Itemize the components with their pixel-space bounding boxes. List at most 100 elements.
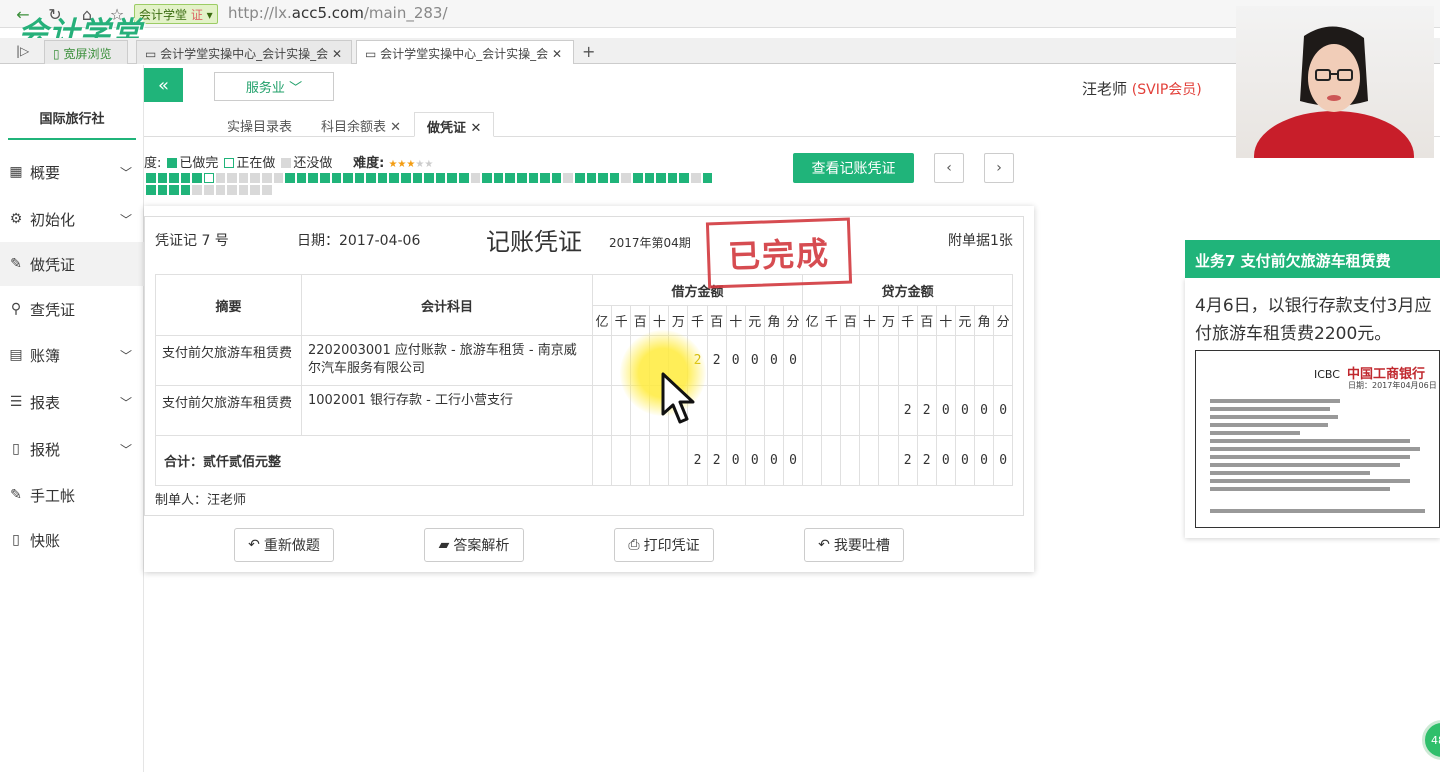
progress-cell[interactable] <box>250 173 260 183</box>
progress-cell[interactable] <box>424 173 434 183</box>
progress-cell[interactable] <box>447 173 458 183</box>
progress-cell[interactable] <box>296 173 307 183</box>
amount-digit[interactable]: 0 <box>763 335 784 386</box>
amount-digit[interactable]: 2 <box>916 435 937 486</box>
sidebar-item-overview[interactable]: ▦ 概要 ﹀ <box>0 150 144 194</box>
amount-digit[interactable] <box>878 385 899 436</box>
progress-cell[interactable] <box>180 173 191 183</box>
progress-cell[interactable] <box>250 185 260 195</box>
progress-cell[interactable] <box>227 173 237 183</box>
amount-digit[interactable] <box>973 335 995 386</box>
amount-digit[interactable]: 0 <box>782 335 804 386</box>
prev-button[interactable]: ‹ <box>934 153 964 183</box>
progress-cell[interactable] <box>563 173 573 183</box>
amount-digit[interactable]: 2 <box>897 435 918 486</box>
amount-digit[interactable]: 0 <box>725 435 746 486</box>
progress-cell[interactable] <box>261 185 272 195</box>
sidebar-toggle-icon[interactable]: |▷ <box>16 44 29 58</box>
amount-digit[interactable] <box>802 335 823 386</box>
sidebar-item-make-voucher[interactable]: ✎ 做凭证 <box>0 242 144 286</box>
sidebar-item-reports[interactable]: ☰ 报表 ﹀ <box>0 380 144 424</box>
amount-digit[interactable] <box>840 335 861 386</box>
amount-digit[interactable] <box>897 335 918 386</box>
amount-digit[interactable]: 0 <box>973 385 995 436</box>
collapse-sidebar-button[interactable]: « <box>144 68 183 102</box>
progress-cell[interactable] <box>146 185 156 195</box>
amount-digit[interactable] <box>993 335 1014 386</box>
amount-digit[interactable] <box>725 385 746 436</box>
amount-digit[interactable] <box>706 385 727 436</box>
sidebar-item-quick[interactable]: ▯ 快账 <box>0 518 144 562</box>
amount-digit[interactable]: 0 <box>993 435 1014 486</box>
progress-cell[interactable] <box>586 173 597 183</box>
close-icon[interactable]: ✕ <box>471 121 482 136</box>
amount-digit[interactable]: 0 <box>954 435 975 486</box>
new-tab-icon[interactable]: + <box>582 42 595 61</box>
close-icon[interactable]: ✕ <box>552 47 562 61</box>
amount-digit[interactable] <box>821 335 842 386</box>
progress-cell[interactable] <box>667 173 678 183</box>
summary-cell[interactable]: 支付前欠旅游车租赁费 <box>155 335 302 386</box>
progress-cell[interactable] <box>215 185 226 195</box>
progress-cell[interactable] <box>435 173 446 183</box>
sidebar-item-manual[interactable]: ✎ 手工帐 <box>0 473 144 517</box>
amount-digit[interactable] <box>611 435 632 486</box>
progress-cell[interactable] <box>343 173 353 183</box>
progress-cell[interactable] <box>389 173 400 183</box>
amount-digit[interactable] <box>821 435 842 486</box>
account-cell[interactable]: 1002001 银行存款 - 工行小营支行 <box>301 385 593 436</box>
progress-cell[interactable] <box>215 173 226 183</box>
progress-cell[interactable] <box>146 173 156 183</box>
amount-digit[interactable]: 2 <box>687 435 708 486</box>
progress-cell[interactable] <box>192 185 202 195</box>
amount-digit[interactable] <box>668 435 689 486</box>
address-bar[interactable]: http://lx.acc5.com/main_283/ <box>228 4 448 22</box>
amount-digit[interactable]: 2 <box>897 385 918 436</box>
progress-cell[interactable] <box>679 173 689 183</box>
progress-cell[interactable] <box>412 173 423 183</box>
progress-cell[interactable] <box>377 173 388 183</box>
progress-cell[interactable] <box>540 173 550 183</box>
progress-cell[interactable] <box>598 173 608 183</box>
amount-digit[interactable]: 0 <box>744 335 765 386</box>
progress-cell[interactable] <box>273 173 284 183</box>
progress-cell[interactable] <box>354 173 365 183</box>
amount-digit[interactable] <box>630 435 651 486</box>
amount-digit[interactable] <box>840 435 861 486</box>
sidebar-item-tax[interactable]: ▯ 报税 ﹀ <box>0 427 144 471</box>
amount-digit[interactable] <box>744 385 765 436</box>
progress-cell[interactable] <box>459 173 469 183</box>
sidebar-item-query-voucher[interactable]: ⚲ 查凭证 <box>0 287 144 331</box>
amount-digit[interactable]: 0 <box>744 435 765 486</box>
close-icon[interactable]: ✕ <box>390 120 401 135</box>
progress-cell[interactable] <box>690 173 701 183</box>
progress-cell[interactable] <box>261 173 272 183</box>
next-button[interactable]: › <box>984 153 1014 183</box>
account-cell[interactable]: 2202003001 应付账款 - 旅游车租赁 - 南京威尔汽车服务有限公司 <box>301 335 593 386</box>
amount-digit[interactable] <box>954 335 975 386</box>
amount-digit[interactable] <box>878 335 899 386</box>
progress-cell[interactable] <box>238 173 249 183</box>
progress-cell[interactable] <box>169 173 179 183</box>
progress-cell[interactable] <box>331 173 342 183</box>
progress-cell[interactable] <box>192 173 202 183</box>
print-button[interactable]: ⎙ 打印凭证 <box>614 528 714 562</box>
progress-cell[interactable] <box>308 173 318 183</box>
amount-digit[interactable] <box>859 385 880 436</box>
amount-digit[interactable]: 0 <box>973 435 995 486</box>
redo-button[interactable]: ↶ 重新做题 <box>234 528 334 562</box>
amount-digit[interactable]: 0 <box>935 385 956 436</box>
amount-digit[interactable] <box>591 385 613 436</box>
amount-digit[interactable]: 2 <box>706 435 727 486</box>
progress-cell[interactable] <box>203 173 214 183</box>
amount-digit[interactable] <box>821 385 842 436</box>
amount-digit[interactable] <box>859 435 880 486</box>
tab-balance[interactable]: 科目余额表 ✕ <box>309 112 413 137</box>
progress-cell[interactable] <box>157 173 168 183</box>
progress-cell[interactable] <box>656 173 666 183</box>
view-voucher-button[interactable]: 查看记账凭证 <box>793 153 914 183</box>
progress-cell[interactable] <box>517 173 527 183</box>
sidebar-item-ledger[interactable]: ▤ 账簿 ﹀ <box>0 333 144 377</box>
wide-view-button[interactable]: ▯ 宽屏浏览 <box>44 40 128 64</box>
progress-cell[interactable] <box>470 173 481 183</box>
